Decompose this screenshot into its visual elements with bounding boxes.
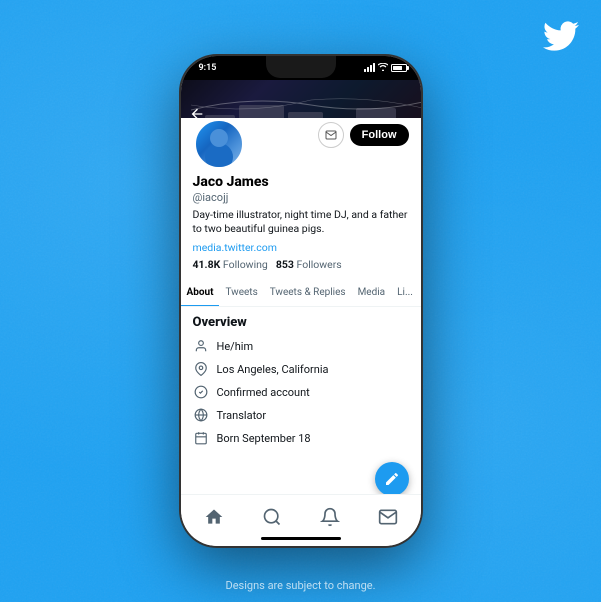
- status-icons: [364, 63, 407, 73]
- followers-count[interactable]: 853 Followers: [276, 258, 342, 271]
- birthday-row: Born September 18: [193, 430, 409, 446]
- phone-screen: 9:15: [181, 56, 421, 546]
- nav-home[interactable]: [196, 499, 232, 535]
- tab-likes[interactable]: Li...: [391, 279, 419, 306]
- tab-media[interactable]: Media: [352, 279, 392, 306]
- tab-about[interactable]: About: [181, 279, 220, 307]
- disclaimer-text: Designs are subject to change.: [226, 579, 376, 592]
- profile-link[interactable]: media.twitter.com: [193, 241, 409, 254]
- status-time: 9:15: [199, 63, 217, 73]
- verified-row: Confirmed account: [193, 384, 409, 400]
- wifi-icon: [378, 63, 388, 73]
- profile-bio: Day-time illustrator, night time DJ, and…: [193, 208, 409, 237]
- signal-icon: [364, 64, 375, 72]
- verified-icon: [193, 384, 209, 400]
- gender-row: He/him: [193, 338, 409, 354]
- translator-text: Translator: [217, 409, 267, 422]
- verified-text: Confirmed account: [217, 386, 310, 399]
- content-area: Overview He/him: [181, 307, 421, 461]
- location-text: Los Angeles, California: [217, 363, 329, 376]
- phone-notch: [266, 56, 336, 78]
- home-indicator: [261, 537, 341, 540]
- profile-name: Jaco James: [193, 174, 409, 191]
- back-button[interactable]: [189, 106, 205, 126]
- globe-icon: [193, 407, 209, 423]
- translator-row: Translator: [193, 407, 409, 423]
- birthday-text: Born September 18: [217, 432, 311, 445]
- location-row: Los Angeles, California: [193, 361, 409, 377]
- person-icon: [193, 338, 209, 354]
- profile-tabs: About Tweets Tweets & Replies Media Li..…: [181, 279, 421, 307]
- message-button[interactable]: [318, 122, 344, 148]
- following-count[interactable]: 41.8K Following: [193, 258, 268, 271]
- nav-search[interactable]: [254, 499, 290, 535]
- gender-text: He/him: [217, 340, 254, 353]
- follow-button[interactable]: Follow: [350, 124, 409, 146]
- profile-handle: @iacojj: [193, 191, 409, 204]
- battery-icon: [391, 64, 407, 72]
- location-icon: [193, 361, 209, 377]
- overview-heading: Overview: [193, 315, 409, 330]
- compose-fab[interactable]: [375, 462, 409, 496]
- twitter-logo: [543, 18, 579, 63]
- profile-area: Follow Jaco James @iacojj Day-time illus…: [181, 118, 421, 271]
- tab-tweets-replies[interactable]: Tweets & Replies: [264, 279, 352, 306]
- phone-frame: 9:15: [181, 56, 421, 546]
- nav-notifications[interactable]: [312, 499, 348, 535]
- avatar-row: Follow: [193, 118, 409, 170]
- profile-actions: Follow: [318, 118, 409, 148]
- nav-messages[interactable]: [370, 499, 406, 535]
- tab-tweets[interactable]: Tweets: [219, 279, 263, 306]
- follow-counts: 41.8K Following 853 Followers: [193, 258, 409, 271]
- birthday-icon: [193, 430, 209, 446]
